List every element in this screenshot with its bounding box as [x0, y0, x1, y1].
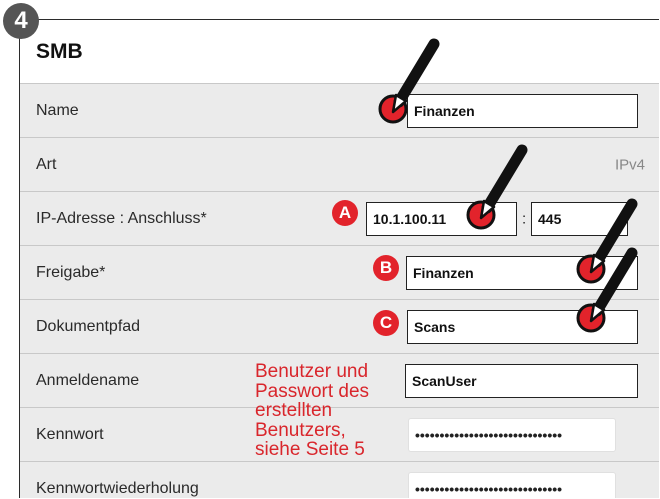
- note-line: Benutzer und: [255, 361, 369, 382]
- note-line: erstellten: [255, 400, 333, 421]
- row-name: Name Finanzen: [20, 84, 659, 138]
- row-freigabe: Freigabe* Finanzen: [20, 246, 659, 300]
- step-number-badge: 4: [3, 3, 39, 39]
- art-value: IPv4: [614, 156, 645, 173]
- note-line: siehe Seite 5: [255, 439, 365, 460]
- kennwortwiederholung-label: Kennwortwiederholung: [36, 479, 199, 497]
- anmeldename-input[interactable]: ScanUser: [405, 363, 638, 398]
- note-line: Passwort des: [255, 380, 370, 402]
- anmeldename-label: Anmeldename: [36, 371, 140, 389]
- marker-b: B: [373, 255, 399, 281]
- note-line: Benutzers,: [255, 419, 346, 441]
- dokumentpfad-label: Dokumentpfad: [36, 317, 141, 335]
- ip-address-label: IP-Adresse : Anschluss*: [36, 209, 207, 227]
- marker-a: A: [332, 200, 358, 226]
- kennwort-input[interactable]: ••••••••••••••••••••••••••••••: [408, 417, 616, 452]
- art-label: Art: [36, 155, 57, 173]
- row-art: Art IPv4: [20, 138, 659, 192]
- row-dokumentpfad: Dokumentpfad Scans: [20, 300, 659, 354]
- name-label: Name: [36, 101, 79, 119]
- row-kennwortwiederholung: Kennwortwiederholung •••••••••••••••••••…: [20, 462, 659, 498]
- freigabe-label: Freigabe*: [36, 263, 106, 281]
- kennwortwiederholung-input[interactable]: ••••••••••••••••••••••••••••••: [408, 471, 616, 498]
- pen-icon: [466, 144, 528, 230]
- credentials-note: Benutzer und Passwort des erstellten Ben…: [255, 362, 405, 460]
- pen-icon: [378, 38, 440, 124]
- pen-icon: [576, 247, 638, 333]
- panel-header: SMB: [20, 20, 659, 84]
- panel-title: SMB: [36, 40, 83, 63]
- marker-c: C: [373, 310, 399, 336]
- kennwort-label: Kennwort: [36, 425, 104, 443]
